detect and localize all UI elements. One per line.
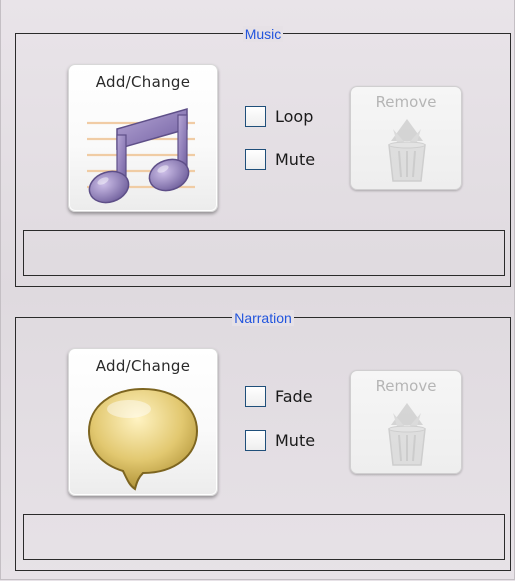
- narration-mute-checkbox-row[interactable]: Mute: [245, 430, 315, 451]
- music-loop-checkbox[interactable]: [245, 106, 266, 127]
- narration-add-change-label: Add/Change: [95, 357, 191, 375]
- music-loop-label: Loop: [275, 107, 314, 126]
- narration-group: Narration Add/Change Fade Mute Remove: [15, 310, 511, 571]
- music-loop-checkbox-row[interactable]: Loop: [245, 106, 313, 127]
- narration-legend-label: Narration: [232, 310, 294, 326]
- narration-remove-button[interactable]: Remove: [350, 370, 462, 474]
- narration-fade-checkbox-row[interactable]: Fade: [245, 386, 313, 407]
- music-group: Music Add/Change Loop Mute Remove: [15, 26, 511, 287]
- trash-can-icon: [379, 115, 435, 189]
- music-legend: Music: [16, 24, 510, 43]
- trash-can-icon: [379, 399, 435, 473]
- music-add-change-button[interactable]: Add/Change: [68, 64, 218, 212]
- narration-remove-label: Remove: [375, 377, 437, 395]
- music-add-change-label: Add/Change: [95, 73, 191, 91]
- narration-mute-label: Mute: [275, 431, 316, 450]
- music-remove-button[interactable]: Remove: [350, 86, 462, 190]
- music-mute-label: Mute: [275, 150, 316, 169]
- music-remove-label: Remove: [375, 93, 437, 111]
- audio-panel: Music Add/Change Loop Mute Remove Narrat…: [0, 0, 515, 580]
- narration-fade-label: Fade: [275, 387, 313, 406]
- narration-add-change-button[interactable]: Add/Change: [68, 348, 218, 496]
- music-mute-checkbox-row[interactable]: Mute: [245, 149, 315, 170]
- speech-bubble-icon: [83, 379, 205, 495]
- narration-mute-checkbox[interactable]: [245, 430, 266, 451]
- narration-status-box: [23, 514, 505, 560]
- music-mute-checkbox[interactable]: [245, 149, 266, 170]
- music-note-icon: [83, 95, 205, 211]
- music-legend-label: Music: [242, 26, 284, 42]
- narration-fade-checkbox[interactable]: [245, 386, 266, 407]
- narration-legend: Narration: [16, 308, 510, 327]
- music-status-box: [23, 230, 505, 276]
